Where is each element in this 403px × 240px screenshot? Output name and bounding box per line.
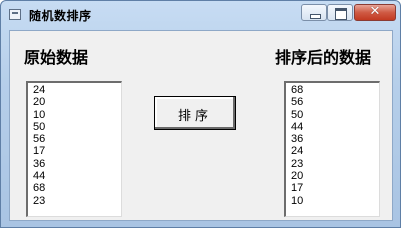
list-item[interactable]: 68 bbox=[33, 182, 121, 194]
list-item[interactable]: 20 bbox=[291, 170, 379, 182]
list-item[interactable]: 23 bbox=[33, 195, 121, 207]
original-data-listbox[interactable]: 24 20 10 50 56 17 36 44 68 23 bbox=[26, 81, 122, 217]
title-bar[interactable]: 随机数排序 ✕ bbox=[1, 1, 400, 29]
sort-button-label: 排序 bbox=[177, 109, 212, 124]
app-window: 随机数排序 ✕ 原始数据 排序后的数据 24 20 10 50 56 17 36… bbox=[0, 0, 401, 228]
minimize-icon bbox=[310, 14, 321, 19]
list-item[interactable]: 17 bbox=[291, 182, 379, 194]
maximize-button[interactable] bbox=[327, 4, 353, 21]
original-data-label: 原始数据 bbox=[24, 48, 89, 67]
list-item[interactable]: 20 bbox=[33, 96, 121, 108]
list-item[interactable]: 56 bbox=[33, 133, 121, 145]
sorted-data-label: 排序后的数据 bbox=[275, 48, 372, 67]
close-button[interactable]: ✕ bbox=[354, 4, 396, 21]
list-item[interactable]: 23 bbox=[291, 158, 379, 170]
sorted-data-listbox[interactable]: 68 56 50 44 36 24 23 20 17 10 bbox=[284, 81, 380, 217]
list-item[interactable]: 68 bbox=[291, 84, 379, 96]
list-item[interactable]: 36 bbox=[33, 158, 121, 170]
list-item[interactable]: 44 bbox=[291, 121, 379, 133]
list-item[interactable]: 50 bbox=[291, 109, 379, 121]
window-title: 随机数排序 bbox=[29, 9, 92, 23]
app-window-icon[interactable] bbox=[9, 9, 21, 20]
list-item[interactable]: 36 bbox=[291, 133, 379, 145]
list-item[interactable]: 10 bbox=[33, 109, 121, 121]
close-icon: ✕ bbox=[369, 4, 381, 19]
list-item[interactable]: 56 bbox=[291, 96, 379, 108]
list-item[interactable]: 24 bbox=[33, 84, 121, 96]
list-item[interactable]: 17 bbox=[33, 145, 121, 157]
list-item[interactable]: 24 bbox=[291, 145, 379, 157]
list-item[interactable]: 50 bbox=[33, 121, 121, 133]
form-client-area: 原始数据 排序后的数据 24 20 10 50 56 17 36 44 68 2… bbox=[9, 30, 393, 221]
sort-button[interactable]: 排序 bbox=[154, 96, 236, 130]
list-item[interactable]: 10 bbox=[291, 195, 379, 207]
minimize-button[interactable] bbox=[301, 4, 327, 21]
maximize-icon bbox=[335, 8, 347, 20]
list-item[interactable]: 44 bbox=[33, 170, 121, 182]
